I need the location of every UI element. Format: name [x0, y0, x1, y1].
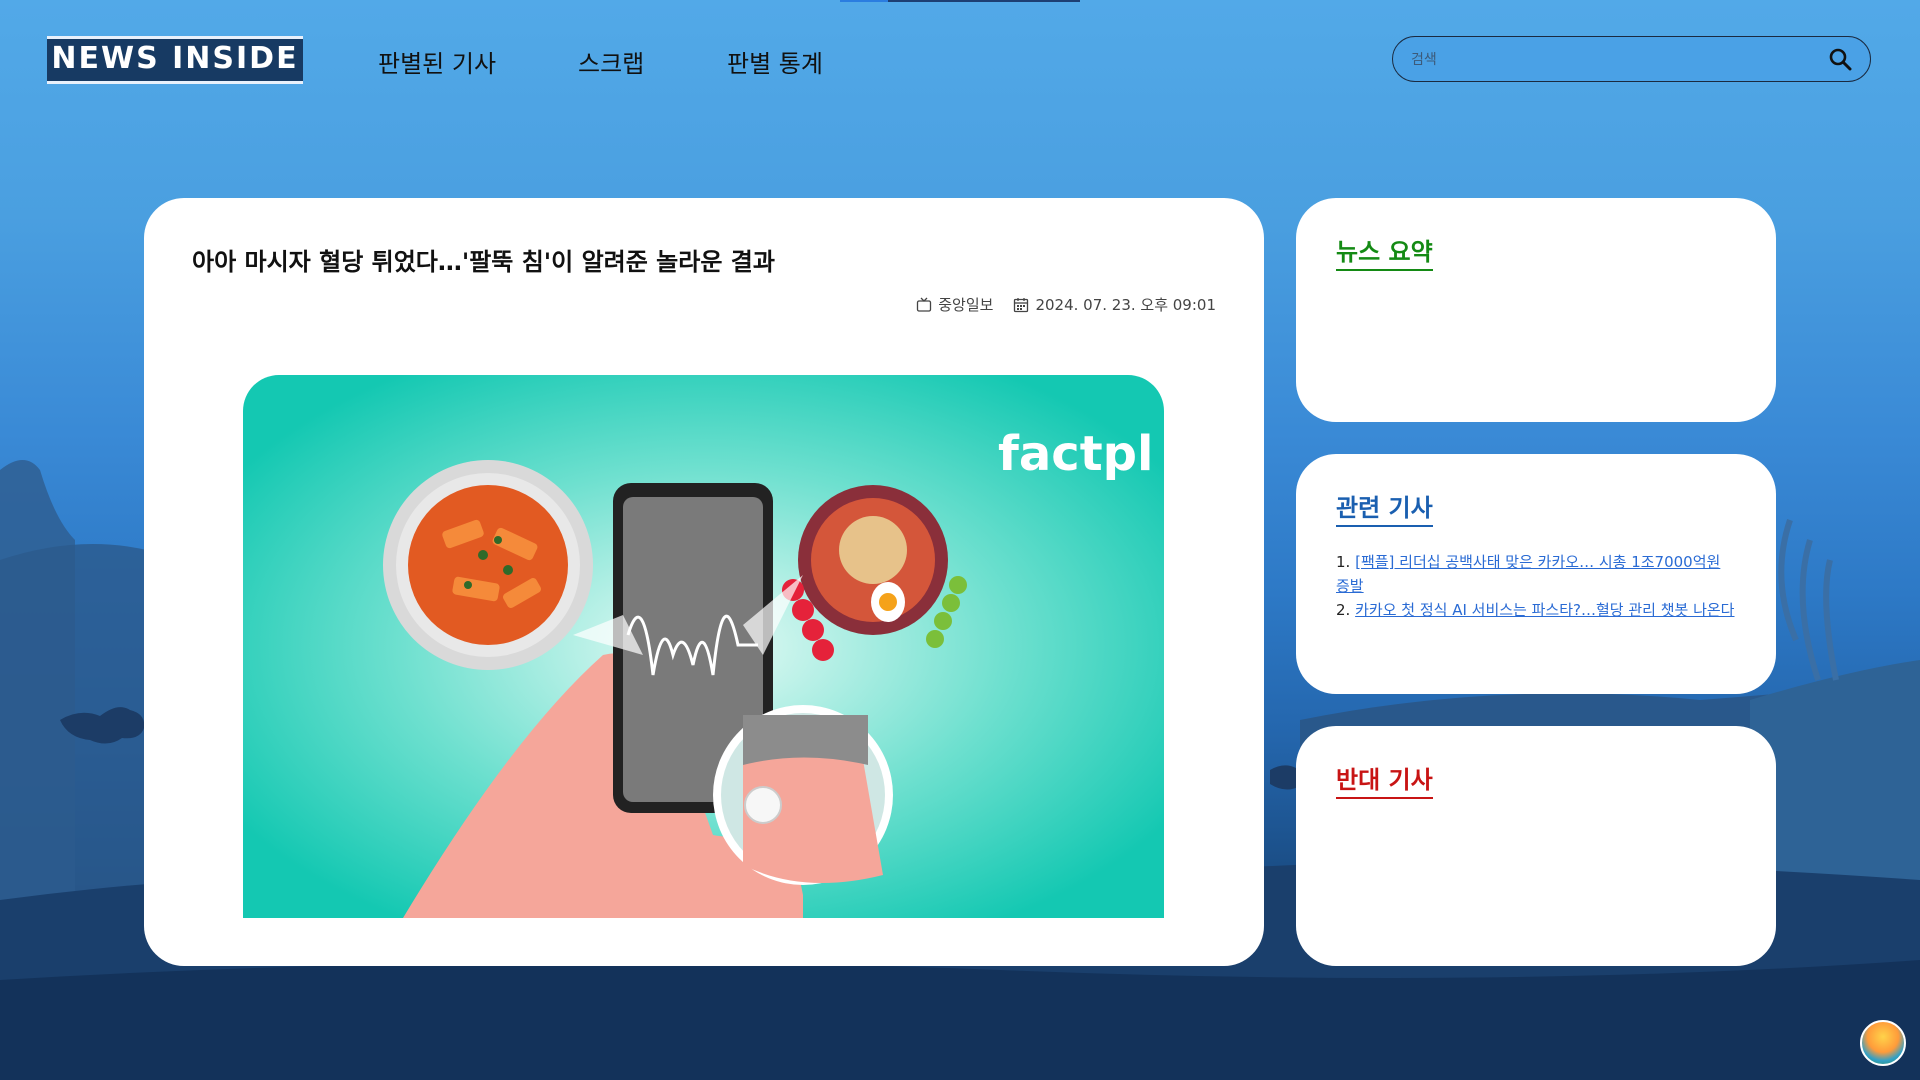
search-icon[interactable]: [1828, 47, 1852, 71]
nav-verified-articles[interactable]: 판별된 기사: [378, 44, 496, 79]
related-link-1[interactable]: [팩플] 리더십 공백사태 맞은 카카오… 시총 1조7000억원 증발: [1336, 553, 1720, 595]
nav-scrap[interactable]: 스크랩: [578, 44, 644, 79]
calendar-icon: [1014, 297, 1029, 312]
article-title: 아아 마시자 혈당 튀었다…'팔뚝 침'이 알려준 놀라운 결과: [192, 248, 775, 276]
article-date: 2024. 07. 23. 오후 09:01: [1035, 296, 1216, 314]
related-list: 1. [팩플] 리더십 공백사태 맞은 카카오… 시총 1조7000억원 증발 …: [1336, 550, 1736, 622]
opposing-title: 반대 기사: [1336, 760, 1433, 799]
search-input[interactable]: [1409, 45, 1813, 75]
news-summary-card: 뉴스 요약: [1296, 198, 1776, 422]
article-source: 중앙일보: [938, 296, 994, 314]
search-box: [1392, 36, 1871, 82]
related-link-2[interactable]: 카카오 첫 정식 AI 서비스는 파스타?…혈당 관리 챗봇 나온다: [1355, 601, 1734, 619]
opposing-articles-card: 반대 기사: [1296, 726, 1776, 966]
site-header: NEWS INSIDE 판별된 기사 스크랩 판별 통계: [0, 0, 1920, 120]
article-card: 아아 마시자 혈당 튀었다…'팔뚝 침'이 알려준 놀라운 결과 중앙일보 20…: [144, 198, 1264, 966]
image-watermark: factpl: [998, 426, 1153, 482]
related-item: 1. [팩플] 리더십 공백사태 맞은 카카오… 시총 1조7000억원 증발: [1336, 553, 1721, 595]
related-item: 2. 카카오 첫 정식 AI 서비스는 파스타?…혈당 관리 챗봇 나온다: [1336, 601, 1735, 619]
related-title: 관련 기사: [1336, 488, 1433, 527]
article-meta: 중앙일보 2024. 07. 23. 오후 09:01: [896, 294, 1216, 315]
related-articles-card: 관련 기사 1. [팩플] 리더십 공백사태 맞은 카카오… 시총 1조7000…: [1296, 454, 1776, 694]
nav-statistics[interactable]: 판별 통계: [727, 44, 823, 79]
article-image: factpl: [243, 375, 1164, 918]
summary-title: 뉴스 요약: [1336, 232, 1433, 271]
site-logo[interactable]: NEWS INSIDE: [47, 36, 303, 84]
beach-theme-icon[interactable]: [1860, 1020, 1906, 1066]
tv-icon: [917, 297, 932, 312]
